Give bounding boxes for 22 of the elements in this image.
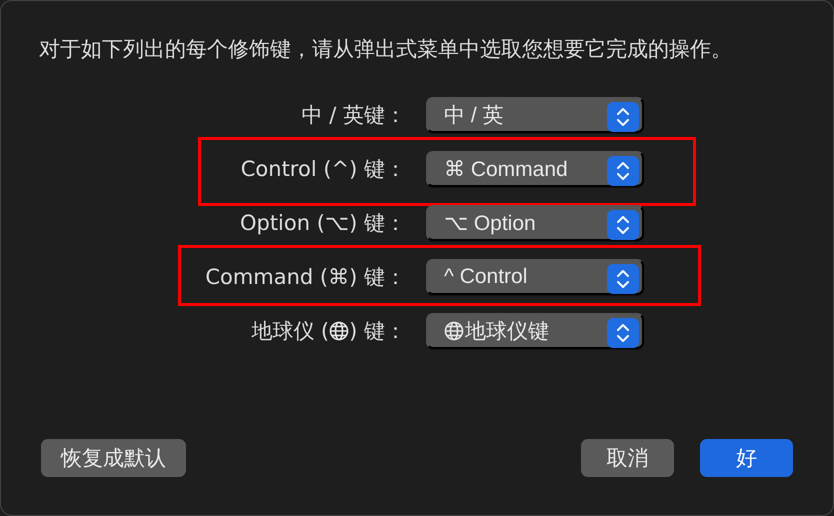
popup-menu[interactable]: ⌘ Command [426,151,644,187]
globe-icon [329,321,350,341]
chevron-updown-icon [607,264,639,294]
key-label: 中 / 英键： [302,102,406,129]
globe-icon [444,321,464,341]
key-label: Control (^) 键： [240,156,406,183]
chevron-updown-icon [607,210,639,240]
cancel-button[interactable]: 取消 [581,439,674,477]
popup-menu[interactable]: 地球仪键 [426,313,644,349]
ok-button[interactable]: 好 [700,439,793,477]
key-label: 地球仪 ( [251,318,330,345]
popup-menu[interactable]: 中 / 英 [426,97,644,133]
chevron-updown-icon [607,156,639,186]
chevron-updown-icon [607,318,639,348]
instruction-text: 对于如下列出的每个修饰键，请从弹出式菜单中选取您想要它完成的操作。 [39,36,733,63]
chevron-updown-icon [607,102,639,132]
key-label: ) 键： [349,318,406,345]
popup-menu[interactable]: ^ Control [426,259,644,295]
key-label: Option (⌥) 键： [240,210,406,237]
restore-defaults-button[interactable]: 恢复成默认 [41,439,186,477]
key-label: Command (⌘) 键： [205,264,406,291]
popup-menu[interactable]: ⌥ Option [426,205,644,241]
